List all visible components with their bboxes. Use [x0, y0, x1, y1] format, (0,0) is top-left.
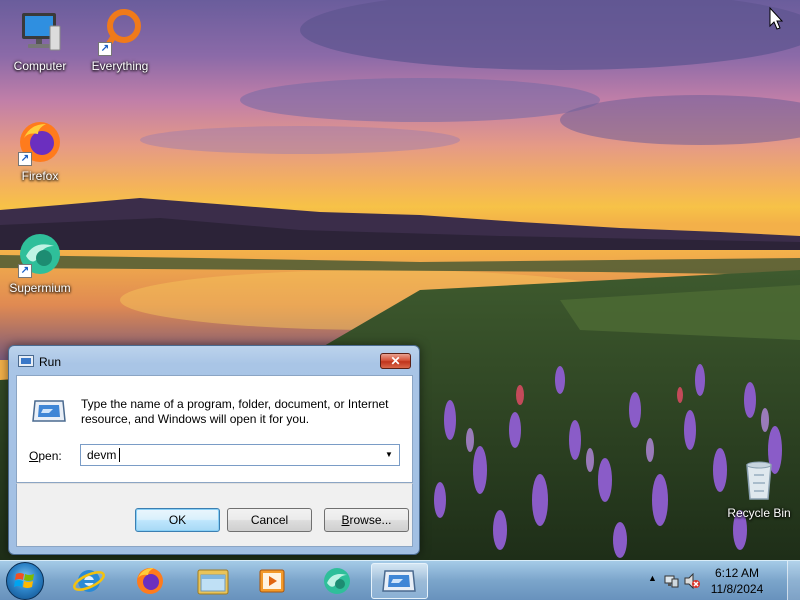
start-button[interactable]: [6, 562, 44, 600]
clock-time[interactable]: 6:12 AM: [702, 566, 772, 580]
shortcut-arrow-icon: ↗: [98, 42, 112, 56]
everything-icon: ↗: [96, 8, 144, 56]
media-player-icon: [259, 569, 285, 593]
file-explorer-icon: [197, 569, 229, 595]
open-label: Open:: [29, 449, 62, 463]
text-caret: [119, 448, 120, 462]
run-icon: [32, 400, 66, 422]
supermium-icon: ↗: [16, 230, 64, 278]
windows-logo-icon: [14, 573, 34, 588]
desktop-icon-label: Everything: [91, 59, 149, 73]
run-icon: [382, 570, 416, 592]
desktop-icon-recycle-bin[interactable]: Recycle Bin: [719, 455, 799, 520]
chevron-down-icon[interactable]: ▼: [382, 447, 396, 463]
desktop-icon-label: Recycle Bin: [727, 506, 791, 520]
firefox-icon: [137, 568, 163, 594]
network-icon[interactable]: [664, 573, 680, 589]
run-titlebar[interactable]: Run ✕: [9, 346, 419, 376]
desktop-icon-computer[interactable]: Computer: [0, 8, 80, 73]
dialog-description: Type the name of a program, folder, docu…: [81, 397, 389, 426]
show-desktop-button[interactable]: [787, 561, 800, 601]
shortcut-arrow-icon: ↗: [18, 152, 32, 166]
recycle-bin-icon: [735, 455, 783, 503]
computer-icon: [16, 8, 64, 56]
firefox-icon: ↗: [16, 118, 64, 166]
taskbar-run[interactable]: [371, 563, 428, 599]
show-hidden-icons-button[interactable]: ▲: [648, 573, 657, 583]
taskbar-file-explorer[interactable]: [186, 563, 240, 599]
close-icon: ✕: [390, 354, 401, 368]
taskbar-media-player[interactable]: [245, 563, 299, 599]
run-dialog-footer: OK Cancel Browse...: [16, 483, 413, 547]
ok-button[interactable]: OK: [135, 508, 220, 532]
desktop-icon-firefox[interactable]: ↗ Firefox: [0, 118, 80, 183]
internet-explorer-icon: [73, 570, 105, 592]
run-dialog: Run ✕ Type the name of a program, folder…: [8, 345, 420, 555]
close-button[interactable]: ✕: [380, 353, 411, 369]
desktop-icon-supermium[interactable]: ↗ Supermium: [0, 230, 80, 295]
clock-date[interactable]: 11/8/2024: [702, 582, 772, 596]
desktop-icon-label: Firefox: [21, 169, 59, 183]
dialog-title: Run: [39, 355, 62, 369]
run-icon: [18, 355, 34, 367]
browse-button[interactable]: Browse...: [324, 508, 409, 532]
run-dialog-body: Type the name of a program, folder, docu…: [16, 375, 413, 483]
cancel-button[interactable]: Cancel: [227, 508, 312, 532]
open-combobox[interactable]: devm ▼: [80, 444, 400, 466]
taskbar-supermium[interactable]: [310, 563, 364, 599]
open-input[interactable]: devm: [87, 448, 116, 462]
taskbar: ▲ 6:12 AM 11/8/2024: [0, 560, 800, 601]
volume-muted-icon[interactable]: [684, 573, 700, 589]
taskbar-internet-explorer[interactable]: [62, 563, 116, 599]
shortcut-arrow-icon: ↗: [18, 264, 32, 278]
desktop-icon-label: Computer: [13, 59, 67, 73]
supermium-icon: [324, 568, 350, 594]
desktop-icon-everything[interactable]: ↗ Everything: [80, 8, 160, 73]
taskbar-firefox[interactable]: [123, 563, 177, 599]
desktop-icon-label: Supermium: [9, 281, 71, 295]
system-tray: ▲ 6:12 AM 11/8/2024: [640, 561, 800, 601]
